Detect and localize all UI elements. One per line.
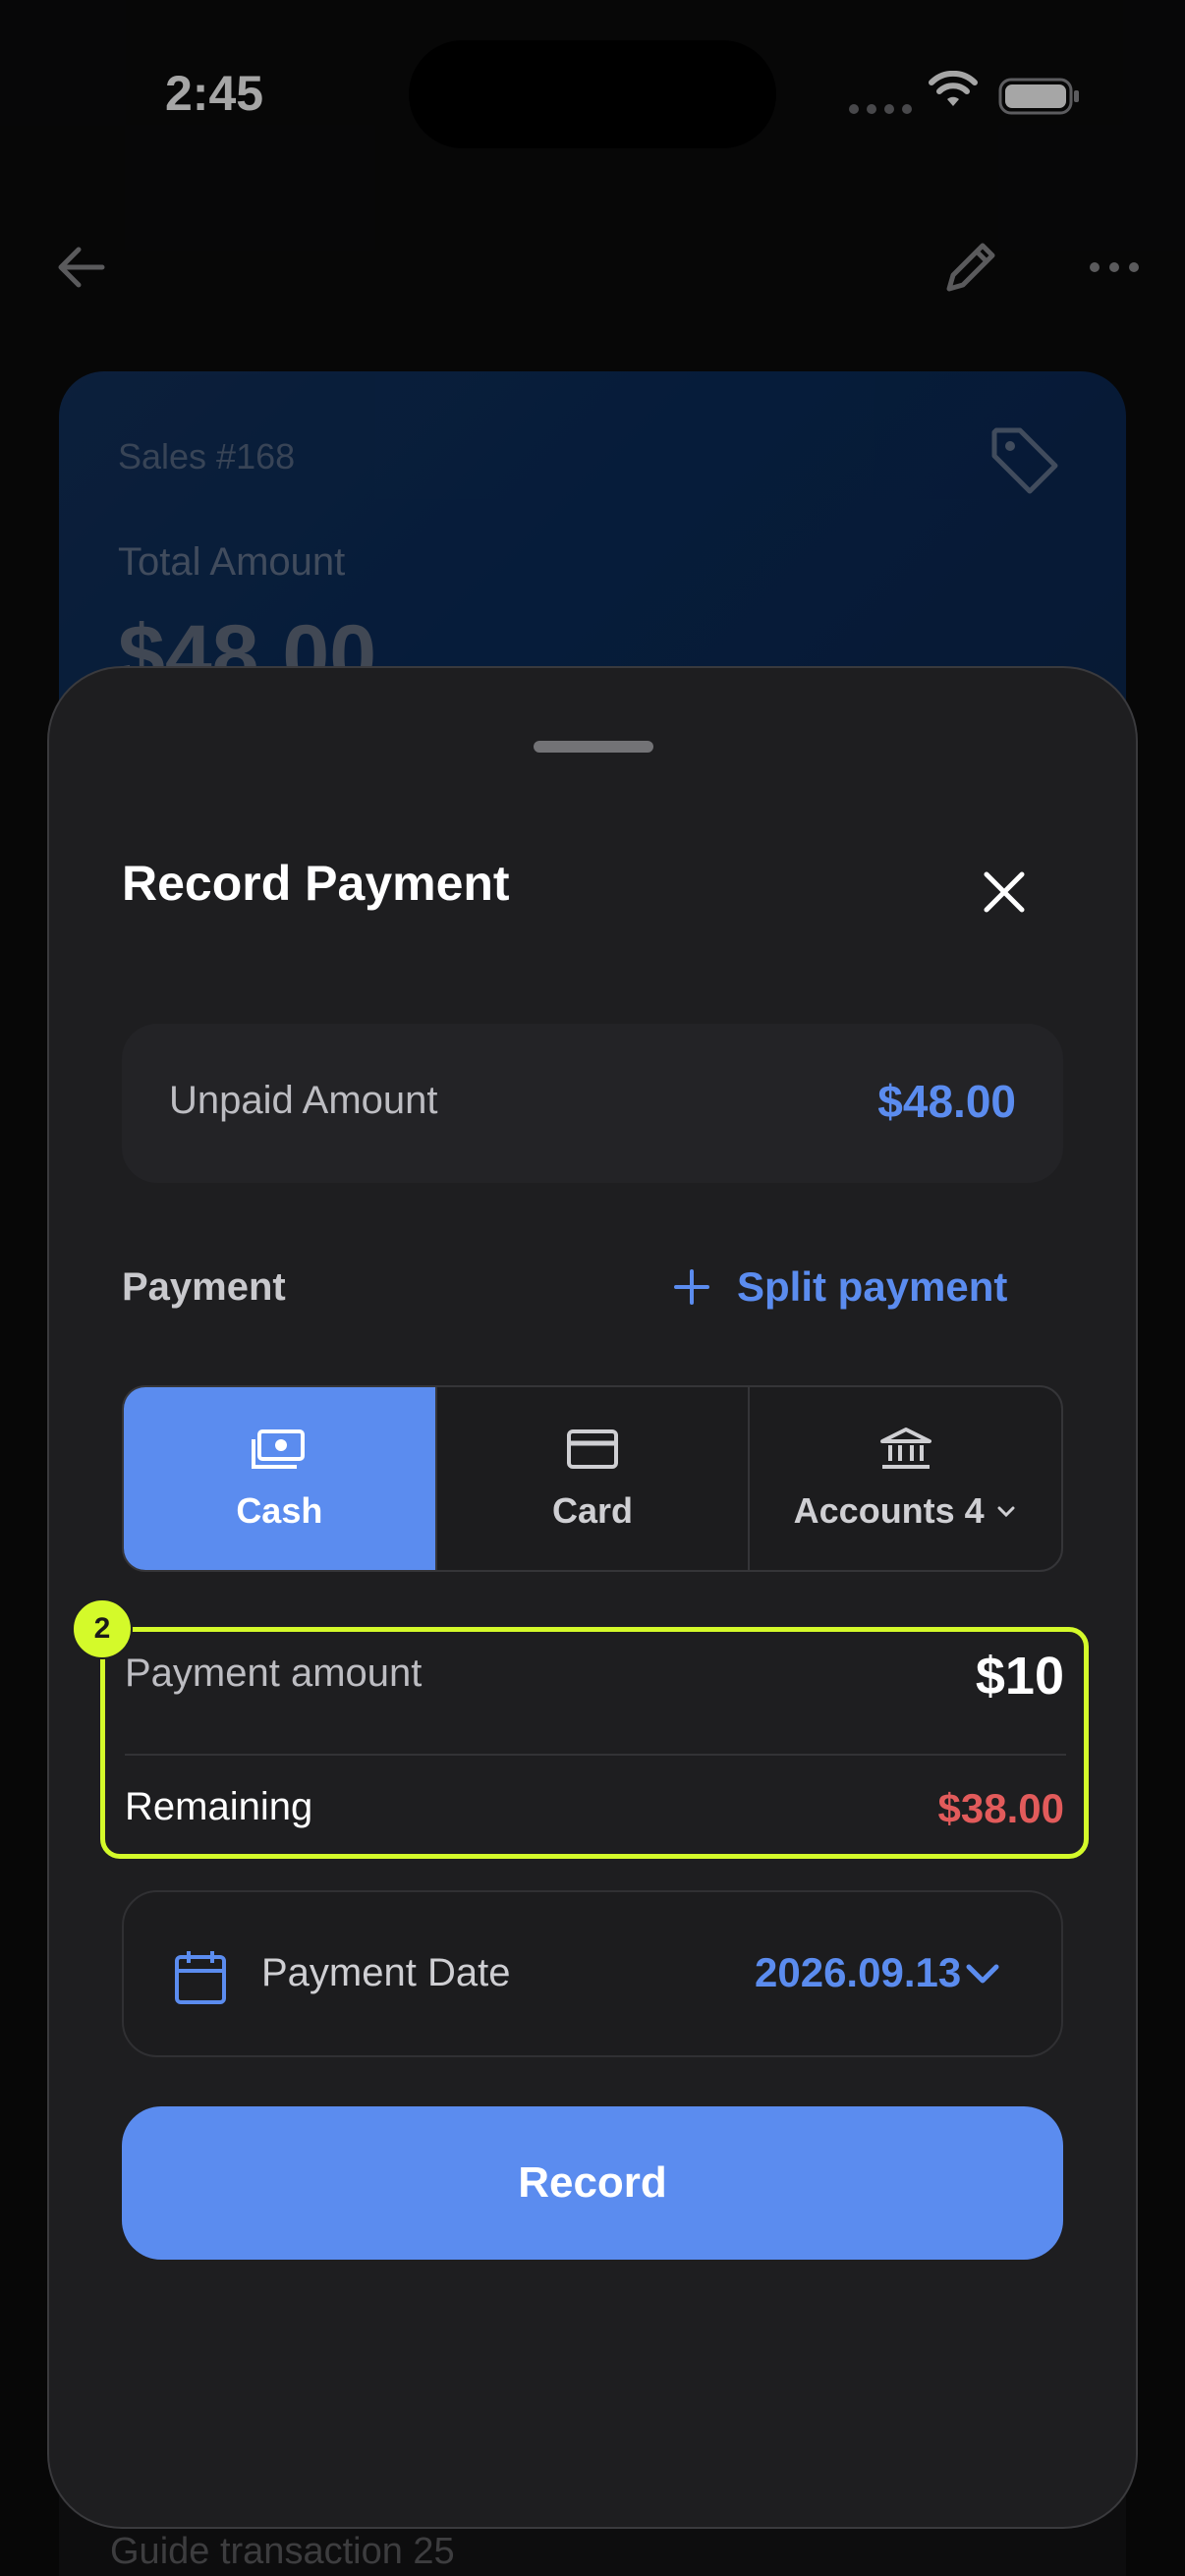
payment-amount-label: Payment amount xyxy=(125,1652,423,1695)
payment-date-label: Payment Date xyxy=(261,1951,511,1994)
step-badge: 2 xyxy=(72,1598,133,1659)
cash-icon xyxy=(252,1429,306,1469)
split-payment-button[interactable]: Split payment xyxy=(672,1258,1007,1316)
payment-date-picker[interactable]: Payment Date 2026.09.13 xyxy=(122,1890,1063,2057)
record-button[interactable]: Record xyxy=(122,2106,1063,2260)
record-payment-sheet: Record Payment Unpaid Amount $48.00 Paym… xyxy=(47,666,1138,2529)
remaining-value: $38.00 xyxy=(937,1785,1064,1831)
unpaid-amount-row: Unpaid Amount $48.00 xyxy=(122,1024,1063,1183)
card-icon xyxy=(567,1429,618,1469)
method-accounts[interactable]: Accounts 4 xyxy=(748,1387,1061,1570)
payment-date-value: 2026.09.13 xyxy=(755,1949,962,1995)
plus-icon xyxy=(674,1269,709,1305)
unpaid-amount-value: $48.00 xyxy=(877,1076,1016,1127)
bank-icon xyxy=(879,1428,931,1469)
calendar-icon xyxy=(175,1951,226,2004)
payment-method-selector: Cash Card Accounts 4 xyxy=(122,1385,1063,1572)
close-icon[interactable] xyxy=(967,855,1042,929)
sheet-title: Record Payment xyxy=(122,856,510,911)
divider xyxy=(125,1754,1066,1756)
method-cash[interactable]: Cash xyxy=(124,1387,435,1570)
unpaid-amount-label: Unpaid Amount xyxy=(169,1079,438,1122)
method-accounts-label: Accounts 4 xyxy=(793,1490,985,1531)
chevron-down-icon xyxy=(997,1506,1015,1518)
sheet-grabber[interactable] xyxy=(534,741,653,753)
split-payment-label: Split payment xyxy=(737,1263,1008,1310)
payment-amount-panel: 2 Payment amount $10 Remaining $38.00 xyxy=(72,1598,1089,1859)
payment-amount-input[interactable]: $10 xyxy=(976,1646,1064,1707)
method-card-label: Card xyxy=(551,1490,634,1531)
method-card[interactable]: Card xyxy=(434,1387,749,1570)
remaining-label: Remaining xyxy=(125,1785,313,1828)
payment-section-label: Payment xyxy=(122,1265,286,1309)
chevron-down-icon xyxy=(966,1964,999,1984)
record-button-label: Record xyxy=(518,2158,667,2207)
method-cash-label: Cash xyxy=(236,1490,323,1531)
